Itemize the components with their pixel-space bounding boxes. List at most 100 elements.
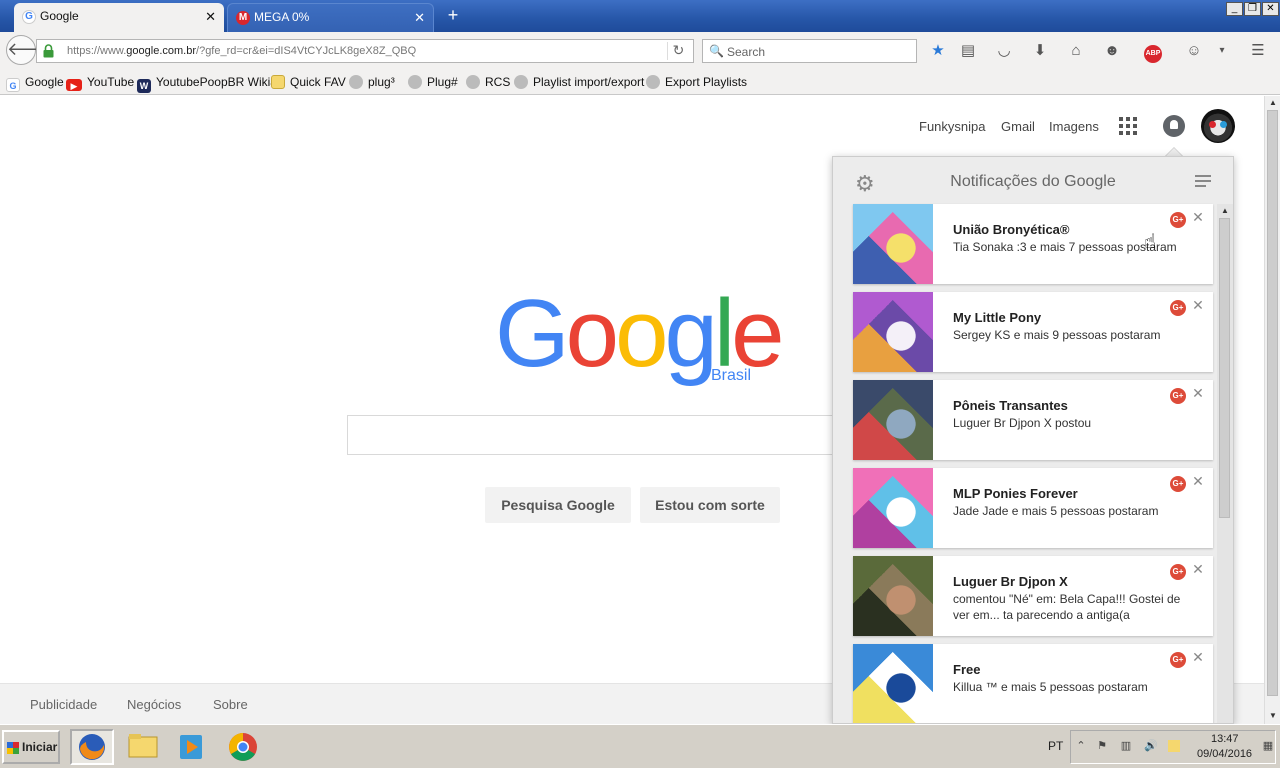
chevron-down-icon[interactable]: ▾ <box>1212 41 1232 61</box>
scroll-up-icon[interactable]: ▲ <box>1219 205 1231 217</box>
community-thumbnail <box>853 556 933 636</box>
bookmark-youtube[interactable]: ▶ YouTube <box>66 75 134 91</box>
google-logo: Google Brasil <box>495 279 785 389</box>
tab-google[interactable]: G Google ✕ <box>14 3 224 32</box>
logo-country-label: Brasil <box>711 367 752 384</box>
close-tab-icon[interactable]: ✕ <box>205 3 216 30</box>
gmail-link[interactable]: Gmail <box>1001 119 1035 134</box>
google-plus-icon: G+ <box>1170 300 1186 316</box>
title-bar: G Google ✕ M MEGA 0% ✕ + _ ❐ ✕ <box>0 0 1280 32</box>
footer-link-business[interactable]: Negócios <box>127 697 181 712</box>
notification-card[interactable]: Free Killua ™ e mais 5 pessoas postaram … <box>853 644 1213 723</box>
logo-letter: g <box>664 280 717 387</box>
google-search-input[interactable] <box>347 415 907 455</box>
search-icon: 🔍 <box>709 44 724 58</box>
mark-all-read-icon[interactable] <box>1195 175 1211 187</box>
community-thumbnail <box>853 204 933 284</box>
community-thumbnail <box>853 468 933 548</box>
scroll-down-icon[interactable]: ▼ <box>1267 710 1279 722</box>
tab-mega[interactable]: M MEGA 0% ✕ <box>227 3 434 32</box>
user-name-link[interactable]: Funkysnipa <box>919 119 985 134</box>
show-desktop-icon[interactable]: ▦ <box>1262 740 1274 752</box>
browser-search-input[interactable]: 🔍 Search <box>702 39 917 63</box>
feeling-lucky-button[interactable]: Estou com sorte <box>640 487 780 523</box>
globe-icon <box>514 75 528 89</box>
network-icon[interactable]: ▥ <box>1120 740 1132 752</box>
new-tab-button[interactable]: + <box>442 4 464 28</box>
page-scrollbar[interactable]: ▲ ▼ <box>1264 96 1280 724</box>
taskbar: Iniciar PT ⌃ ⚑ ▥ 🔊 13:47 09/04/2016 ▦ <box>0 724 1280 768</box>
notifications-scrollbar[interactable]: ▲ <box>1217 204 1233 723</box>
notification-card[interactable]: Pôneis Transantes Luguer Br Djpon X post… <box>853 380 1213 460</box>
dismiss-icon[interactable]: ✕ <box>1192 297 1204 313</box>
maximize-button[interactable]: ❐ <box>1244 2 1261 16</box>
minimize-button[interactable]: _ <box>1226 2 1243 16</box>
url-text: https://www.google.com.br/?gfe_rd=cr&ei=… <box>67 45 417 57</box>
bookmark-rcs[interactable]: RCS <box>466 75 510 89</box>
scrollbar-thumb[interactable] <box>1219 218 1230 518</box>
firefox-taskbar-icon[interactable] <box>70 729 114 765</box>
scrollbar-thumb[interactable] <box>1267 110 1278 696</box>
bookmark-youtubepoopbr-wikia[interactable]: W YoutubePoopBR Wikia <box>137 75 277 93</box>
dismiss-icon[interactable]: ✕ <box>1192 473 1204 489</box>
folder-icon <box>271 75 285 89</box>
chat-icon[interactable]: ☻ <box>1102 41 1122 61</box>
footer-link-advertising[interactable]: Publicidade <box>30 697 97 712</box>
close-tab-icon[interactable]: ✕ <box>414 4 425 31</box>
notification-title: União Bronyética® <box>953 222 1070 237</box>
file-explorer-taskbar-icon[interactable] <box>121 729 165 765</box>
dismiss-icon[interactable]: ✕ <box>1192 649 1204 665</box>
notification-card[interactable]: União Bronyética® Tia Sonaka :3 e mais 7… <box>853 204 1213 284</box>
notification-text: Jade Jade e mais 5 pessoas postaram <box>953 504 1159 518</box>
media-player-taskbar-icon[interactable] <box>170 729 214 765</box>
start-button[interactable]: Iniciar <box>2 730 60 764</box>
logo-letter: o <box>565 280 619 387</box>
flag-icon[interactable]: ⚑ <box>1096 740 1108 752</box>
avatar[interactable] <box>1201 109 1235 143</box>
back-button[interactable]: 🡐 <box>6 35 55 65</box>
bookmark-star-icon[interactable]: ★ <box>928 41 948 61</box>
close-window-button[interactable]: ✕ <box>1262 2 1279 16</box>
notification-card[interactable]: Luguer Br Djpon X comentou "Né" em: Bela… <box>853 556 1213 636</box>
home-icon[interactable]: ⌂ <box>1066 41 1086 61</box>
images-link[interactable]: Imagens <box>1049 119 1099 134</box>
downloads-icon[interactable]: ⬇ <box>1030 41 1050 61</box>
pocket-icon[interactable]: ◡ <box>994 41 1014 61</box>
notification-card[interactable]: My Little Pony Sergey KS e mais 9 pessoa… <box>853 292 1213 372</box>
reload-icon[interactable]: ↻ <box>667 42 689 60</box>
extension-icon[interactable]: ☺ <box>1184 41 1204 61</box>
bookmarks-list-icon[interactable]: ▤ <box>958 41 978 61</box>
dismiss-icon[interactable]: ✕ <box>1192 561 1204 577</box>
globe-icon <box>408 75 422 89</box>
bookmark-export-playlists[interactable]: Export Playlists <box>646 75 747 89</box>
chevron-up-icon[interactable]: ⌃ <box>1075 740 1087 752</box>
community-thumbnail <box>853 644 933 723</box>
adblock-icon[interactable]: ABP <box>1138 41 1168 63</box>
google-icon: G <box>6 78 20 92</box>
wikia-icon: W <box>137 79 151 93</box>
notification-title: Luguer Br Djpon X <box>953 574 1068 589</box>
url-bar[interactable]: https://www.google.com.br/?gfe_rd=cr&ei=… <box>36 39 694 63</box>
bookmark-google[interactable]: G Google <box>6 75 64 92</box>
footer-link-about[interactable]: Sobre <box>213 697 248 712</box>
notification-card[interactable]: MLP Ponies Forever Jade Jade e mais 5 pe… <box>853 468 1213 548</box>
dismiss-icon[interactable]: ✕ <box>1192 209 1204 225</box>
bookmark-plug-sharp[interactable]: Plug# <box>408 75 458 89</box>
bookmark-plug3[interactable]: plug³ <box>349 75 395 89</box>
notification-text: Sergey KS e mais 9 pessoas postaram <box>953 328 1161 342</box>
google-plus-icon: G+ <box>1170 652 1186 668</box>
apps-grid-icon[interactable] <box>1119 117 1137 135</box>
notes-icon[interactable] <box>1168 740 1180 752</box>
bookmark-quick-fav[interactable]: Quick FAV <box>271 75 346 89</box>
volume-icon[interactable]: 🔊 <box>1144 740 1158 752</box>
notifications-bell-icon[interactable] <box>1163 115 1185 137</box>
bookmark-playlist-import-export[interactable]: Playlist import/export <box>514 75 644 89</box>
scroll-up-icon[interactable]: ▲ <box>1267 97 1279 109</box>
google-search-button[interactable]: Pesquisa Google <box>485 487 631 523</box>
search-placeholder: Search <box>727 45 766 59</box>
chrome-taskbar-icon[interactable] <box>221 729 265 765</box>
clock-date: 09/04/2016 <box>1197 748 1253 760</box>
language-indicator[interactable]: PT <box>1048 739 1063 753</box>
menu-icon[interactable]: ☰ <box>1248 41 1268 61</box>
dismiss-icon[interactable]: ✕ <box>1192 385 1204 401</box>
